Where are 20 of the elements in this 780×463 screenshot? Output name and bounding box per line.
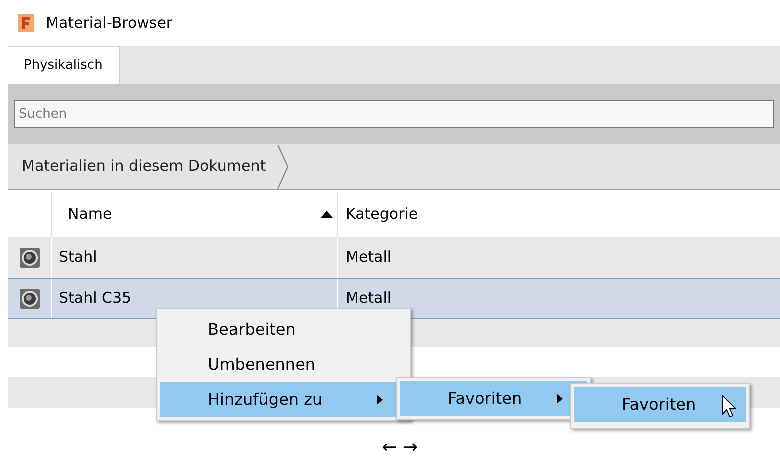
table-cell-text: Metall xyxy=(346,247,392,268)
window-title: Material-Browser xyxy=(46,12,173,34)
breadcrumb-item[interactable]: Materialien in diesem Dokument xyxy=(8,155,276,178)
table-row[interactable]: Stahl Metall xyxy=(8,237,780,278)
menu-item[interactable]: Favoriten xyxy=(574,387,746,422)
menu-item[interactable]: Favoriten xyxy=(400,381,587,416)
app-logo-icon xyxy=(18,14,34,32)
menu-item[interactable]: Umbenennen xyxy=(160,347,407,382)
scroll-arrows: ← → xyxy=(382,436,418,460)
table-cell-text: Stahl xyxy=(59,247,98,268)
table-row[interactable]: Stahl C35 Metall xyxy=(8,278,780,319)
tab[interactable]: Physikalisch xyxy=(8,46,120,84)
search-field[interactable]: Suchen xyxy=(14,100,774,128)
material-sphere-icon xyxy=(20,248,40,268)
column-header[interactable]: Kategorie xyxy=(338,192,780,237)
mouse-cursor-icon xyxy=(722,395,738,419)
chevron-separator-icon xyxy=(276,144,290,188)
material-sphere-icon xyxy=(20,288,40,308)
table-cell-text: Stahl C35 xyxy=(59,288,132,310)
table-cell-text: Metall xyxy=(346,288,392,310)
